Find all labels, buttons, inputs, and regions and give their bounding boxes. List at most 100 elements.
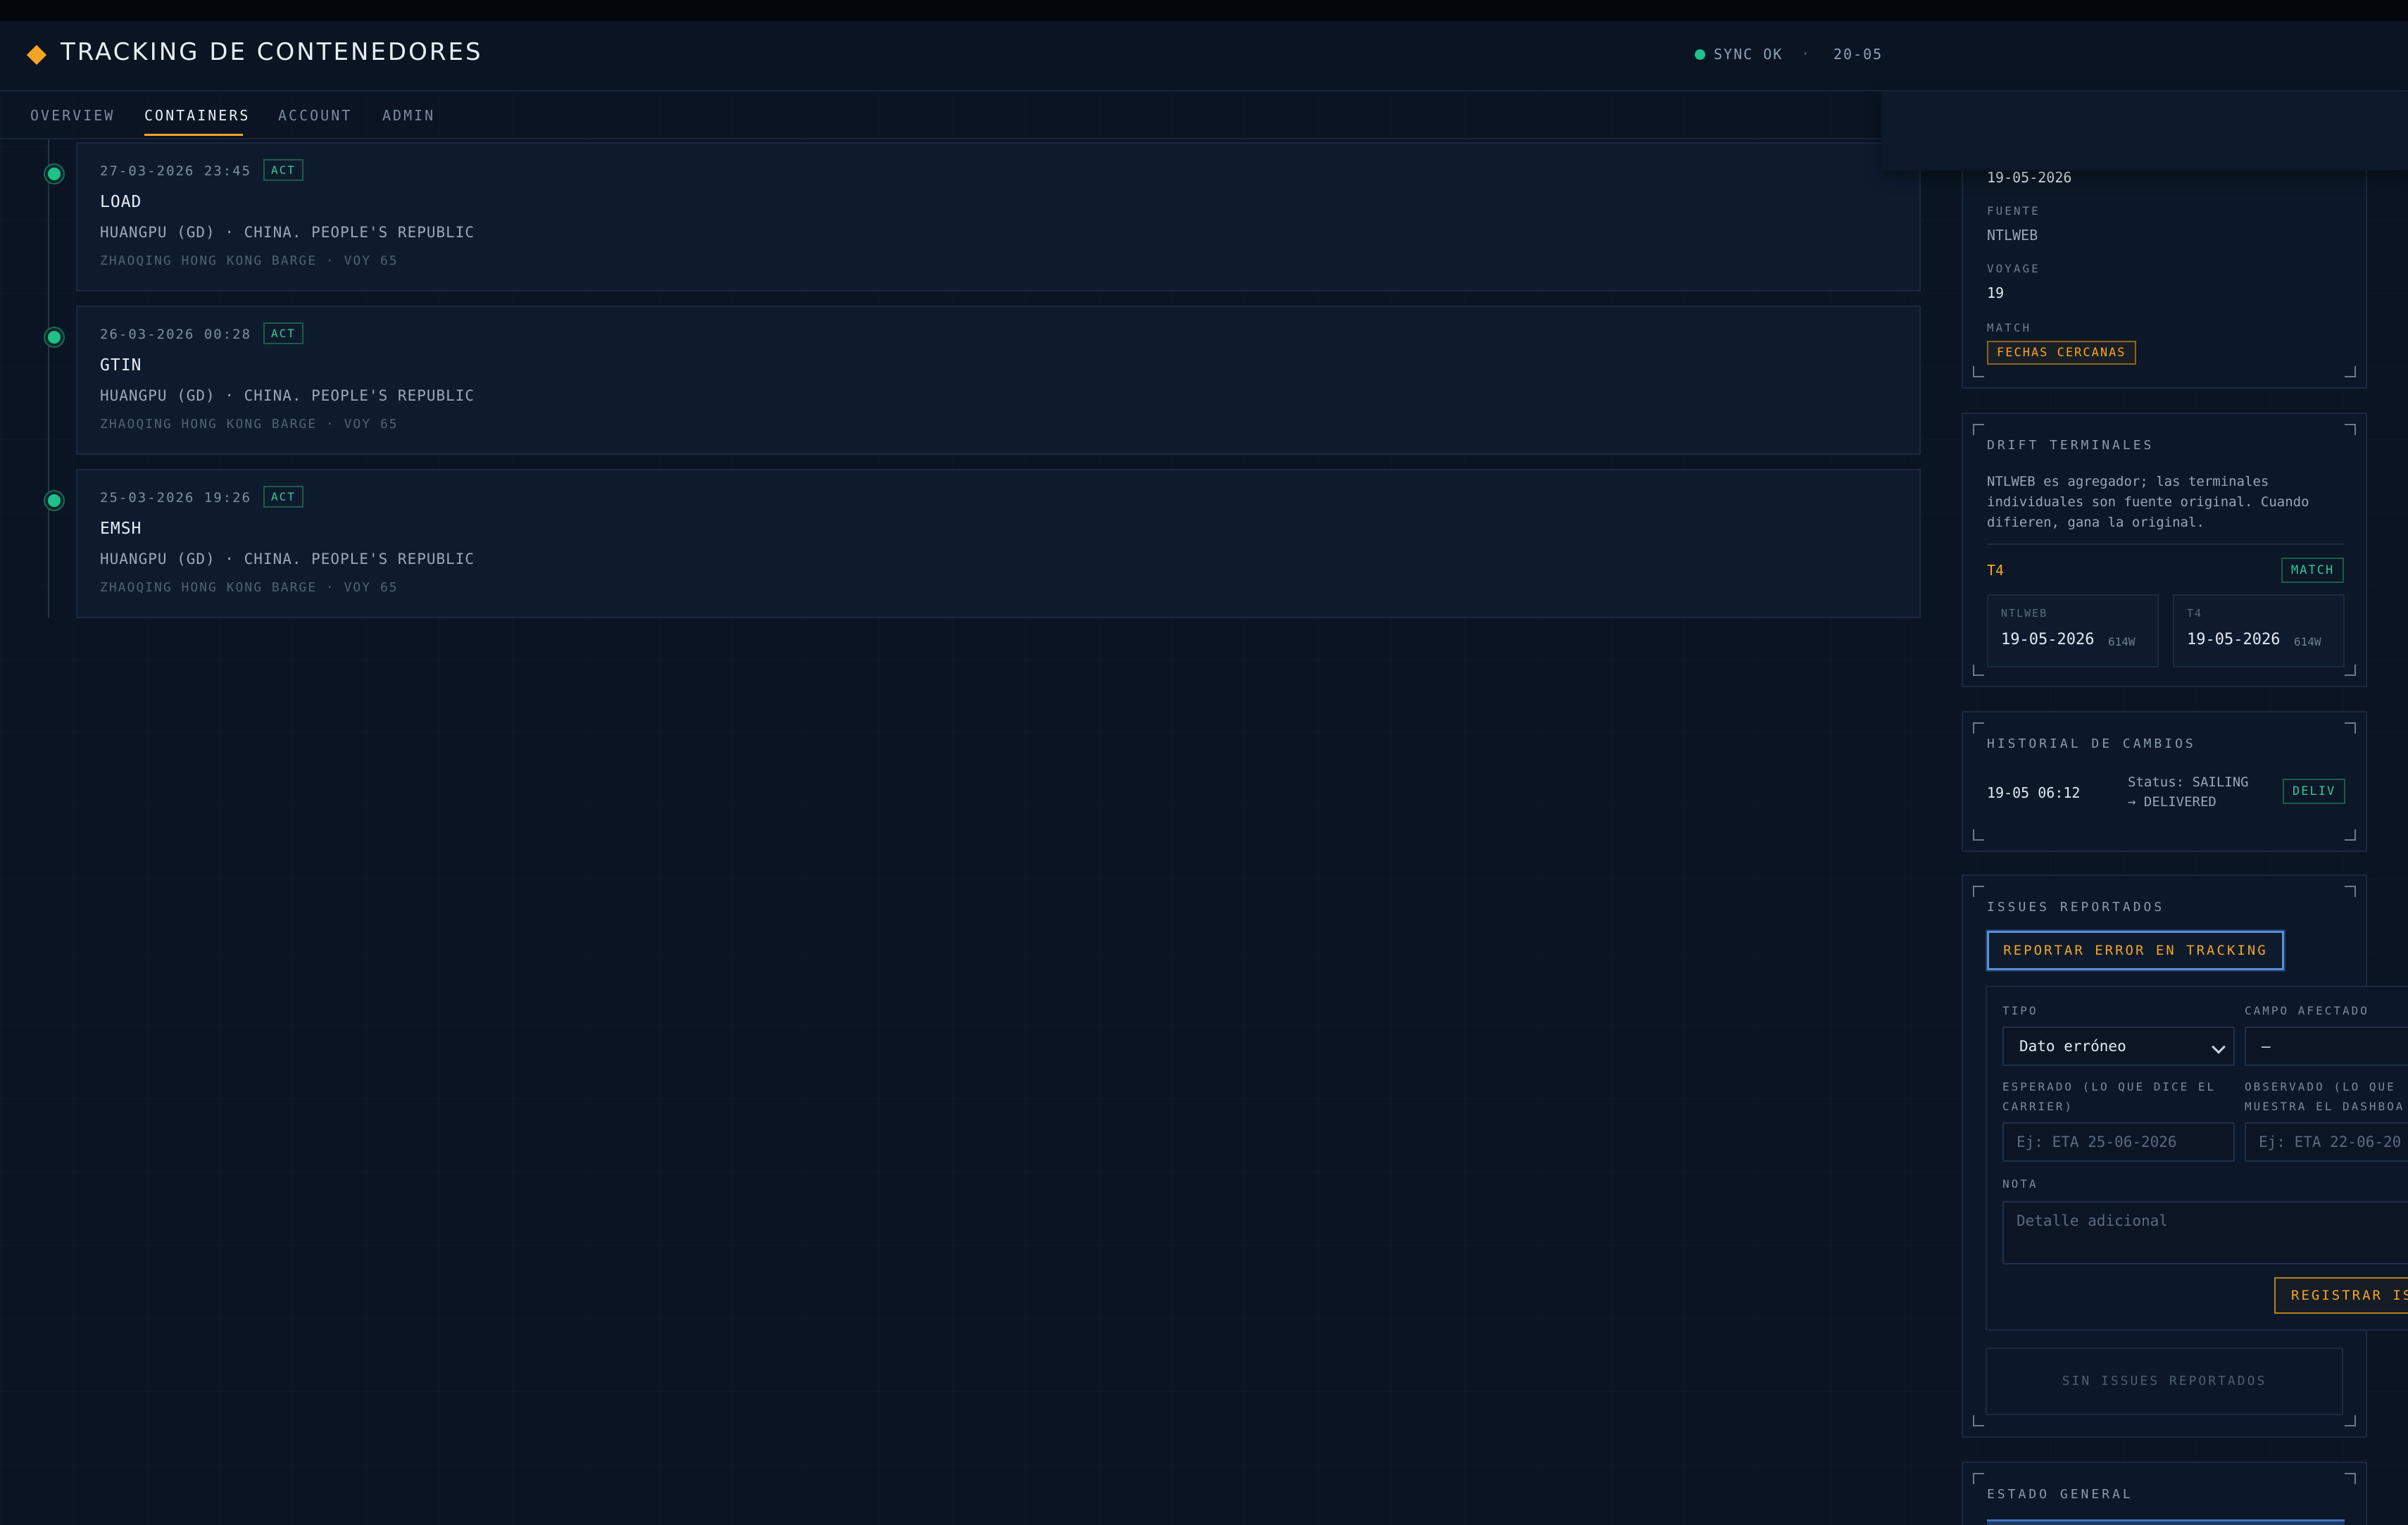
affected-field-value: — xyxy=(2262,1038,2271,1055)
report-error-button[interactable]: REPORTAR ERROR EN TRACKING xyxy=(1987,931,2284,970)
header-dropdown-overlay xyxy=(1881,92,2408,170)
event-code: GTIN xyxy=(100,356,142,375)
panel-corner xyxy=(1973,665,1984,676)
voyage-value: 19 xyxy=(1987,284,2005,301)
event-datetime: 25-03-2026 19:26 xyxy=(100,490,252,506)
expected-label-line2: CARRIER) xyxy=(2002,1100,2074,1113)
type-select[interactable]: Dato erróneo xyxy=(2002,1027,2235,1066)
drift-terminales-panel: DRIFT TERMINALES NTLWEB es agregador; la… xyxy=(1962,413,2367,687)
timeline-event-card: 27-03-2026 23:45 ACT LOAD HUANGPU (GD) ·… xyxy=(76,142,1921,291)
issue-form: TIPO Dato erróneo CAMPO AFECTADO — ESPER… xyxy=(1986,986,2408,1331)
history-change-line1: Status: SAILING xyxy=(2128,774,2249,790)
event-datetime: 26-03-2026 00:28 xyxy=(100,327,252,342)
register-issue-button[interactable]: REGISTRAR IS xyxy=(2274,1277,2408,1314)
historial-title: HISTORIAL DE CAMBIOS xyxy=(1987,736,2196,751)
chevron-down-icon xyxy=(2212,1040,2226,1054)
historial-panel: HISTORIAL DE CAMBIOS 19-05 06:12 Status:… xyxy=(1962,711,2367,852)
status-separator: · xyxy=(1801,45,1810,62)
card-date: 19-05-2026 xyxy=(2187,631,2281,648)
match-badge: FECHAS CERCANAS xyxy=(1987,341,2136,365)
panel-corner xyxy=(2345,665,2356,676)
event-location: HUANGPU (GD) · CHINA. PEOPLE'S REPUBLIC xyxy=(100,551,475,567)
sync-status-dot-icon xyxy=(1695,49,1705,60)
timeline-dot-icon xyxy=(45,328,63,346)
event-vessel: ZHAOQING HONG KONG BARGE · VOY 65 xyxy=(100,253,399,268)
timeline-dot-icon xyxy=(45,491,63,510)
tab-containers[interactable]: CONTAINERS xyxy=(144,107,250,124)
ntlweb-date-card: NTLWEB 19-05-2026 614W xyxy=(1987,594,2159,667)
panel-corner xyxy=(1973,1415,1984,1426)
type-select-value: Dato erróneo xyxy=(2019,1038,2126,1055)
timeline-event-card: 25-03-2026 19:26 ACT EMSH HUANGPU (GD) ·… xyxy=(76,469,1921,618)
event-status-badge: ACT xyxy=(263,159,303,181)
panel-corner xyxy=(2345,424,2356,435)
event-status-badge: ACT xyxy=(263,322,303,344)
event-location: HUANGPU (GD) · CHINA. PEOPLE'S REPUBLIC xyxy=(100,224,475,241)
history-time: 19-05 06:12 xyxy=(1987,784,2081,801)
issues-empty-state: SIN ISSUES REPORTADOS xyxy=(1986,1348,2343,1415)
event-vessel: ZHAOQING HONG KONG BARGE · VOY 65 xyxy=(100,580,399,595)
panel-corner xyxy=(2345,722,2356,734)
panel-corner xyxy=(1973,366,1984,377)
terminal-match-badge: MATCH xyxy=(2281,558,2345,583)
divider xyxy=(1987,544,2345,545)
panel-corner xyxy=(2345,886,2356,897)
event-datetime: 27-03-2026 23:45 xyxy=(100,163,252,179)
panel-corner xyxy=(2345,1415,2356,1426)
source-value: NTLWEB xyxy=(1987,227,2038,244)
card-week: 614W xyxy=(2294,635,2321,648)
t4-date-card: T4 19-05-2026 614W xyxy=(2173,594,2345,667)
timeline-event-card: 26-03-2026 00:28 ACT GTIN HUANGPU (GD) ·… xyxy=(76,306,1921,455)
timeline-dot-icon xyxy=(45,165,63,183)
tab-admin[interactable]: ADMIN xyxy=(382,107,435,124)
event-vessel: ZHAOQING HONG KONG BARGE · VOY 65 xyxy=(100,417,399,432)
observed-input[interactable] xyxy=(2245,1122,2408,1162)
app-title: TRACKING DE CONTENEDORES xyxy=(61,38,483,66)
window-top-strip xyxy=(0,0,2408,21)
panel-corner xyxy=(1973,1473,1984,1484)
panel-corner xyxy=(1973,829,1984,841)
card-week: 614W xyxy=(2108,635,2136,648)
sync-status-text: SYNC OK xyxy=(1714,46,1783,63)
expected-label-line1: ESPERADO (LO QUE DICE EL xyxy=(2002,1080,2216,1093)
source-label: FUENTE xyxy=(1987,204,2040,218)
note-textarea[interactable] xyxy=(2002,1201,2408,1264)
logo-diamond-icon xyxy=(26,44,47,65)
tab-account[interactable]: ACCOUNT xyxy=(278,107,352,124)
history-status-badge: DELIV xyxy=(2283,779,2346,804)
event-code: EMSH xyxy=(100,520,142,538)
expected-input[interactable] xyxy=(2002,1122,2235,1162)
issues-title: ISSUES REPORTADOS xyxy=(1987,900,2165,915)
drift-description: NTLWEB es agregador; las terminales indi… xyxy=(1987,474,2309,530)
estado-control[interactable] xyxy=(1987,1519,2345,1525)
estado-general-panel: ESTADO GENERAL xyxy=(1962,1462,2367,1525)
active-tab-indicator xyxy=(144,134,243,136)
voyage-label: VOYAGE xyxy=(1987,262,2040,275)
panel-corner xyxy=(1973,722,1984,734)
card-date: 19-05-2026 xyxy=(2001,631,2095,648)
match-label: MATCH xyxy=(1987,321,2032,334)
field-label: CAMPO AFECTADO xyxy=(2245,1004,2369,1017)
drift-panel-title: DRIFT TERMINALES xyxy=(1987,438,2155,453)
panel-corner xyxy=(2345,1473,2356,1484)
panel-corner xyxy=(1973,424,1984,435)
panel-corner xyxy=(1973,886,1984,897)
event-location: HUANGPU (GD) · CHINA. PEOPLE'S REPUBLIC xyxy=(100,387,475,404)
terminal-name: T4 xyxy=(1987,562,2005,579)
event-code: LOAD xyxy=(100,193,142,211)
card-source-label: T4 xyxy=(2187,607,2203,620)
timeline-line xyxy=(48,139,49,618)
affected-field-select[interactable]: — xyxy=(2245,1027,2408,1066)
observed-label-line1: OBSERVADO (LO QUE xyxy=(2245,1080,2396,1093)
estado-title: ESTADO GENERAL xyxy=(1987,1487,2133,1502)
observed-label-line2: MUESTRA EL DASHBOA xyxy=(2245,1100,2405,1113)
eta-value: 19-05-2026 xyxy=(1987,169,2072,186)
type-label: TIPO xyxy=(2002,1004,2038,1017)
panel-corner xyxy=(2345,366,2356,377)
event-status-badge: ACT xyxy=(263,486,303,508)
panel-corner xyxy=(2345,829,2356,841)
status-date: 20-05 xyxy=(1833,46,1883,63)
app-header: TRACKING DE CONTENEDORES SYNC OK · 20-05 xyxy=(0,21,2408,92)
tab-overview[interactable]: OVERVIEW xyxy=(30,107,115,124)
history-change-line2: → DELIVERED xyxy=(2128,794,2216,810)
